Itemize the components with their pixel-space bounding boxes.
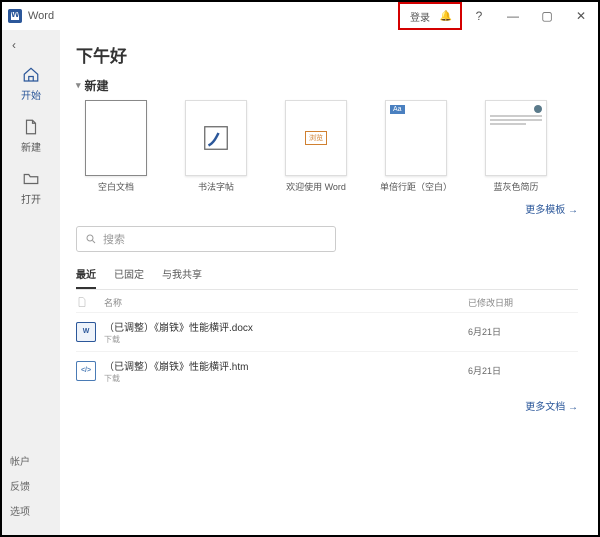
template-resume[interactable]: 蓝灰色简历 xyxy=(476,100,556,193)
tab-recent[interactable]: 最近 xyxy=(76,262,96,289)
collapse-icon[interactable]: ‹ xyxy=(2,38,16,52)
template-label: 单倍行距（空白） xyxy=(380,182,452,193)
docx-icon: W xyxy=(76,322,96,342)
minimize-button[interactable]: — xyxy=(496,2,530,30)
tab-shared[interactable]: 与我共享 xyxy=(162,262,202,289)
template-label: 蓝灰色简历 xyxy=(493,182,538,193)
search-input[interactable]: 搜索 xyxy=(76,226,336,252)
template-calligraphy[interactable]: 书法字帖 xyxy=(176,100,256,193)
doc-icon xyxy=(22,118,40,136)
sidebar-feedback[interactable]: 反馈 xyxy=(10,473,52,498)
more-templates-link[interactable]: 更多模板 → xyxy=(76,201,578,216)
templates-row: 空白文档 书法字帖 浏览 欢迎使用 Word Aa 单倍行距（空白） xyxy=(76,100,578,193)
new-section-header[interactable]: ▾ 新建 xyxy=(76,77,578,94)
template-label: 空白文档 xyxy=(98,182,134,193)
search-icon xyxy=(85,233,97,245)
new-section-label: 新建 xyxy=(85,77,109,94)
calligraphy-icon xyxy=(201,121,231,155)
sidebar-item-label: 新建 xyxy=(21,139,41,154)
tab-pinned[interactable]: 已固定 xyxy=(114,262,144,289)
template-single-space[interactable]: Aa 单倍行距（空白） xyxy=(376,100,456,193)
sidebar-account[interactable]: 帐户 xyxy=(10,448,52,473)
file-tabs: 最近 已固定 与我共享 xyxy=(76,262,578,290)
template-label: 欢迎使用 Word xyxy=(286,182,346,193)
file-date: 6月21日 xyxy=(468,364,578,377)
greeting: 下午好 xyxy=(76,42,578,67)
search-placeholder: 搜索 xyxy=(103,231,125,247)
help-button[interactable]: ? xyxy=(462,2,496,30)
main-content: 下午好 ▾ 新建 空白文档 书法字帖 浏览 xyxy=(60,30,598,535)
folder-icon xyxy=(22,170,40,188)
close-button[interactable]: ✕ xyxy=(564,2,598,30)
more-docs-link[interactable]: 更多文档 → xyxy=(76,398,578,413)
signin-button[interactable]: 登录 xyxy=(404,9,436,24)
doc-small-icon xyxy=(76,296,88,308)
htm-icon: </> xyxy=(76,361,96,381)
app-icon xyxy=(8,9,22,23)
chevron-down-icon: ▾ xyxy=(76,80,81,91)
sidebar-item-label: 打开 xyxy=(21,191,41,206)
template-welcome[interactable]: 浏览 欢迎使用 Word xyxy=(276,100,356,193)
file-location: 下载 xyxy=(104,334,468,345)
titlebar: Word 登录 🔔 ? — ▢ ✕ xyxy=(2,2,598,30)
col-name[interactable]: 名称 xyxy=(104,296,468,310)
sidebar-options[interactable]: 选项 xyxy=(10,498,52,523)
megaphone-icon[interactable]: 🔔 xyxy=(436,4,456,28)
sidebar-item-label: 开始 xyxy=(21,87,41,102)
file-date: 6月21日 xyxy=(468,325,578,338)
col-date[interactable]: 已修改日期 xyxy=(468,296,578,310)
file-location: 下载 xyxy=(104,373,468,384)
file-name: （已调整）《崩铁》性能横评.htm xyxy=(104,358,468,373)
list-header: 名称 已修改日期 xyxy=(76,290,578,312)
file-name: （已调整）《崩铁》性能横评.docx xyxy=(104,319,468,334)
maximize-button[interactable]: ▢ xyxy=(530,2,564,30)
sidebar-item-new[interactable]: 新建 xyxy=(21,118,41,154)
template-blank[interactable]: 空白文档 xyxy=(76,100,156,193)
sidebar: ‹ 开始 新建 打开 帐户 反馈 选项 xyxy=(2,30,60,535)
file-row[interactable]: W （已调整）《崩铁》性能横评.docx 下载 6月21日 xyxy=(76,312,578,351)
file-row[interactable]: </> （已调整）《崩铁》性能横评.htm 下载 6月21日 xyxy=(76,351,578,390)
app-title: Word xyxy=(28,10,54,22)
template-label: 书法字帖 xyxy=(198,182,234,193)
home-icon xyxy=(22,66,40,84)
sidebar-item-open[interactable]: 打开 xyxy=(21,170,41,206)
signin-highlight: 登录 🔔 xyxy=(398,2,462,30)
sidebar-item-home[interactable]: 开始 xyxy=(21,66,41,102)
